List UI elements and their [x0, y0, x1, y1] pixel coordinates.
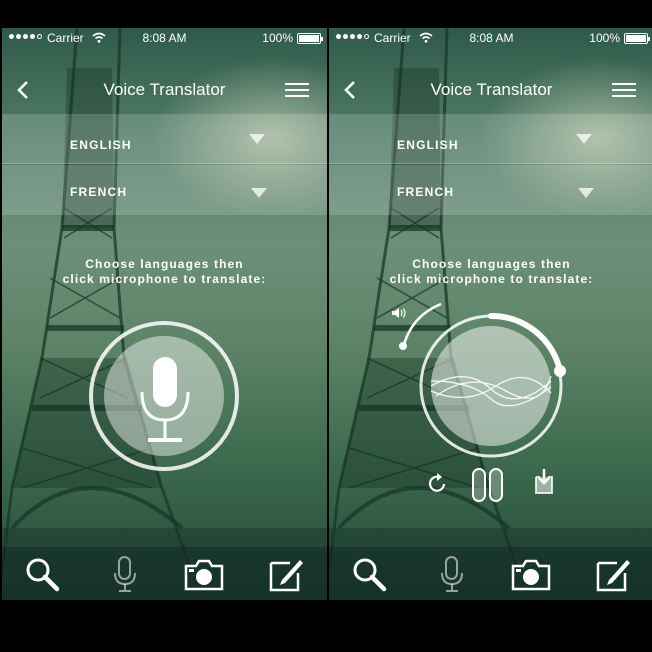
- instruction-text: Choose languages then click microphone t…: [329, 257, 652, 287]
- pause-icon[interactable]: [472, 468, 508, 502]
- tab-compose[interactable]: [595, 556, 631, 592]
- search-icon: [26, 558, 60, 592]
- compose-icon: [596, 560, 630, 592]
- microphone-button[interactable]: [89, 321, 239, 471]
- camera-icon: [184, 559, 224, 591]
- battery-percentage: 100%: [262, 31, 293, 45]
- volume-arc: [399, 302, 442, 350]
- save-download-icon[interactable]: [534, 469, 554, 495]
- instruction-text: Choose languages then click microphone t…: [2, 257, 327, 287]
- target-language-label: FRENCH: [70, 185, 128, 199]
- dropdown-arrow-icon: [576, 134, 592, 144]
- tab-bar: [2, 547, 327, 600]
- battery-icon: [624, 33, 650, 44]
- phone-screen-recording: Carrier 8:08 AM 100% Voice Translator EN…: [329, 28, 652, 600]
- tab-voice[interactable]: [107, 556, 143, 592]
- instruction-line-1: Choose languages then: [412, 257, 571, 271]
- hamburger-menu-icon[interactable]: [285, 83, 309, 97]
- tab-bar: [329, 547, 652, 600]
- status-bar: Carrier 8:08 AM 100%: [329, 28, 652, 48]
- status-bar: Carrier 8:08 AM 100%: [2, 28, 327, 48]
- microphone-icon: [441, 556, 463, 592]
- search-icon: [353, 558, 387, 592]
- hamburger-menu-icon[interactable]: [612, 83, 636, 97]
- dropdown-arrow-icon: [249, 134, 265, 144]
- source-language-select[interactable]: ENGLISH: [2, 114, 327, 164]
- source-language-label: ENGLISH: [70, 138, 132, 152]
- replay-icon[interactable]: [427, 473, 449, 495]
- phone-screen-idle: Carrier 8:08 AM 100% Voice Translator EN…: [2, 28, 327, 600]
- target-language-label: FRENCH: [397, 185, 455, 199]
- tab-compose[interactable]: [268, 556, 304, 592]
- tab-voice[interactable]: [434, 556, 470, 592]
- nav-bar: Voice Translator: [329, 72, 652, 108]
- page-title: Voice Translator: [430, 80, 553, 99]
- microphone-icon: [140, 357, 190, 442]
- camera-icon: [511, 559, 551, 591]
- volume-dial-knob: [554, 365, 566, 377]
- microphone-icon: [114, 556, 136, 592]
- dropdown-arrow-icon: [251, 188, 267, 198]
- dropdown-arrow-icon: [578, 188, 594, 198]
- tab-camera[interactable]: [183, 556, 224, 592]
- instruction-line-2: click microphone to translate:: [62, 272, 267, 286]
- source-language-label: ENGLISH: [397, 138, 459, 152]
- tab-search[interactable]: [351, 556, 387, 592]
- battery-icon: [297, 33, 323, 44]
- nav-bar: Voice Translator: [2, 72, 327, 108]
- target-language-select[interactable]: FRENCH: [2, 165, 327, 215]
- source-language-select[interactable]: ENGLISH: [329, 114, 652, 164]
- compose-icon: [269, 560, 303, 592]
- battery-percentage: 100%: [589, 31, 620, 45]
- target-language-select[interactable]: FRENCH: [329, 165, 652, 215]
- instruction-line-2: click microphone to translate:: [389, 272, 594, 286]
- tab-search[interactable]: [24, 556, 60, 592]
- microphone-button-fill: [104, 336, 224, 456]
- page-title: Voice Translator: [103, 80, 226, 99]
- instruction-line-1: Choose languages then: [85, 257, 244, 271]
- tab-camera[interactable]: [510, 556, 551, 592]
